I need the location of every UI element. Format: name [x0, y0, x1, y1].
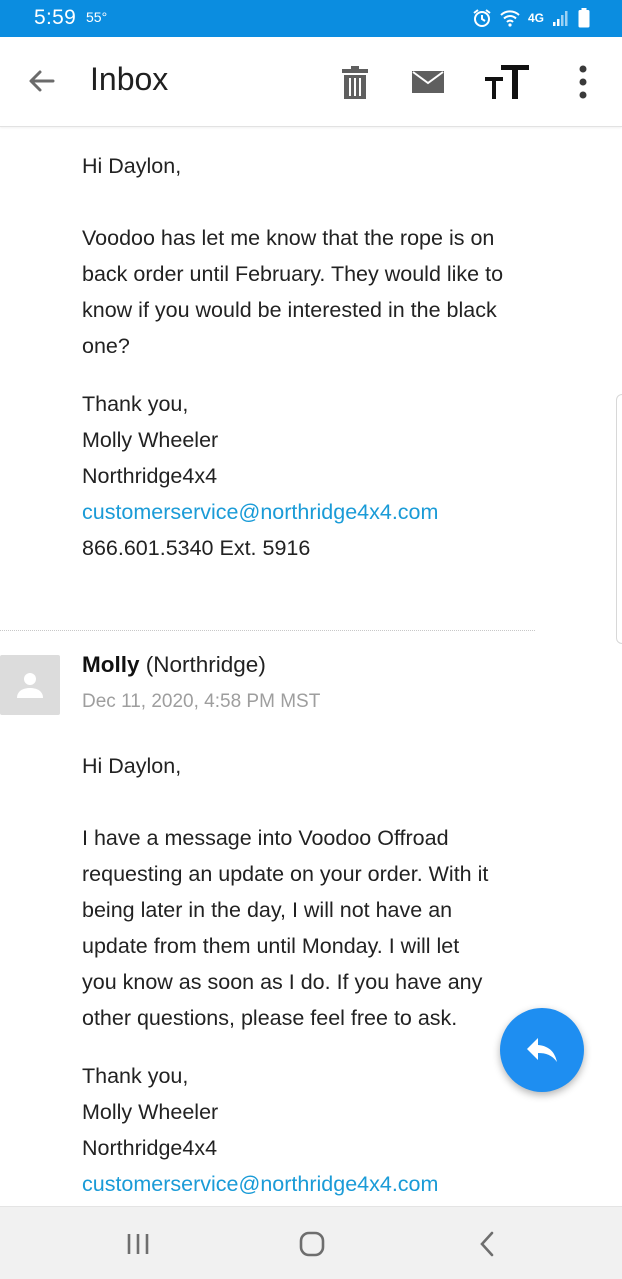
- sender[interactable]: Molly (Northridge): [82, 652, 266, 678]
- signoff: Thank you,: [82, 1064, 189, 1088]
- message-line: back order until February. They would li…: [82, 262, 504, 286]
- message-line: Voodoo has let me know that the rope is …: [82, 226, 495, 250]
- reply-button[interactable]: [500, 1008, 584, 1092]
- delete-button[interactable]: [340, 63, 370, 101]
- wifi-icon: [500, 9, 520, 27]
- alarm-icon: [472, 8, 492, 28]
- message-line: one?: [82, 334, 130, 358]
- message-greeting: Hi Daylon,: [82, 754, 182, 778]
- navigation-bar: [0, 1206, 622, 1279]
- more-options-button[interactable]: [572, 63, 594, 101]
- message-1-body: Hi Daylon, Voodoo has let me know that t…: [82, 148, 503, 566]
- mail-icon: [412, 71, 444, 93]
- signoff: Thank you,: [82, 392, 189, 416]
- avatar[interactable]: [0, 655, 60, 715]
- chevron-left-icon: [480, 1231, 494, 1257]
- person-icon: [17, 673, 43, 698]
- message-line: you know as soon as I do. If you have an…: [82, 970, 483, 994]
- message-line: other questions, please feel free to ask…: [82, 1006, 458, 1030]
- phone-number[interactable]: 866.601.5340 Ext. 5916: [82, 530, 503, 566]
- battery-icon: [578, 8, 590, 28]
- message-2-body: Hi Daylon, I have a message into Voodoo …: [82, 748, 488, 1202]
- status-temperature: 55°: [86, 9, 108, 25]
- home-icon: [299, 1231, 325, 1257]
- signal-icon: [552, 9, 570, 27]
- message-greeting: Hi Daylon,: [82, 154, 182, 178]
- message-line: know if you would be interested in the b…: [82, 298, 497, 322]
- app-bar: Inbox: [0, 37, 622, 127]
- recent-apps-icon: [127, 1234, 149, 1254]
- message-date: Dec 11, 2020, 4:58 PM MST: [82, 691, 321, 712]
- reply-icon: [527, 1038, 557, 1062]
- scrollbar[interactable]: [616, 394, 622, 644]
- network-type-icon: 4G: [527, 11, 544, 25]
- signer-name: Molly Wheeler: [82, 428, 219, 452]
- divider: [0, 630, 535, 631]
- recent-apps-button[interactable]: [122, 1229, 154, 1259]
- sender-name: Molly: [82, 652, 140, 677]
- page-title: Inbox: [90, 61, 169, 97]
- text-size-button[interactable]: [482, 63, 532, 101]
- more-vert-icon: [579, 65, 587, 99]
- email-link[interactable]: customerservice@northridge4x4.com: [82, 1166, 488, 1202]
- nav-back-button[interactable]: [472, 1229, 502, 1259]
- message-line: update from them until Monday. I will le…: [82, 934, 460, 958]
- trash-icon: [342, 66, 368, 99]
- home-button[interactable]: [296, 1229, 328, 1259]
- company-name: Northridge4x4: [82, 1136, 218, 1160]
- signer-name: Molly Wheeler: [82, 1100, 219, 1124]
- message-line: I have a message into Voodoo Offroad: [82, 826, 449, 850]
- back-button[interactable]: [24, 63, 60, 99]
- message-line: requesting an update on your order. With…: [82, 862, 489, 886]
- status-time: 5:59: [34, 6, 77, 29]
- arrow-back-icon: [29, 70, 55, 92]
- email-link[interactable]: customerservice@northridge4x4.com: [82, 494, 503, 530]
- text-size-icon: [485, 65, 529, 99]
- company-name: Northridge4x4: [82, 464, 218, 488]
- sender-org: (Northridge): [145, 652, 266, 677]
- status-icons: 4G: [472, 7, 590, 29]
- message-line: being later in the day, I will not have …: [82, 898, 453, 922]
- mark-unread-button[interactable]: [408, 63, 448, 101]
- status-bar: 5:59 55° 4G: [0, 0, 622, 37]
